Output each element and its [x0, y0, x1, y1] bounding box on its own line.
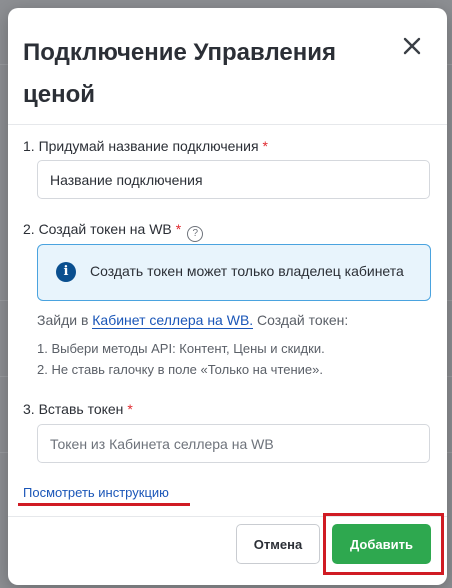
header-divider [8, 124, 447, 125]
info-text: Создать токен может только владелец каби… [90, 263, 404, 279]
help-icon[interactable]: ? [187, 226, 204, 242]
info-box: i Создать токен может только владелец ка… [37, 244, 431, 301]
token-create-label-text: 2. Создай токен на WB [23, 221, 172, 237]
close-icon [403, 37, 421, 55]
name-field-label: 1. Придумай название подключения * [23, 138, 268, 154]
intro-prefix: Зайди в [37, 312, 93, 328]
connection-name-input[interactable] [37, 160, 430, 199]
cancel-button[interactable]: Отмена [236, 524, 320, 564]
instruction-intro: Зайди в Кабинет селлера на WB. Создай то… [37, 312, 349, 329]
instruction-step-1: 1. Выбери методы API: Контент, Цены и ск… [37, 341, 325, 356]
required-mark: * [127, 401, 133, 417]
token-field-label: 3. Вставь токен * [23, 401, 133, 417]
token-label-text: 3. Вставь токен [23, 401, 124, 417]
intro-suffix: Создай токен: [253, 312, 349, 328]
connection-modal: Подключение Управления ценой 1. Придумай… [8, 8, 447, 585]
seller-cabinet-link[interactable]: Кабинет селлера на WB. [92, 312, 254, 329]
instruction-step-2: 2. Не ставь галочку в поле «Только на чт… [37, 362, 323, 377]
required-mark: * [262, 138, 268, 154]
modal-title: Подключение Управления ценой [23, 39, 336, 108]
add-button[interactable]: Добавить [332, 524, 431, 564]
name-label-text: 1. Придумай название подключения [23, 138, 259, 154]
token-input[interactable] [37, 424, 430, 463]
close-button[interactable] [399, 33, 425, 59]
view-instruction-link[interactable]: Посмотреть инструкцию [23, 485, 169, 500]
highlight-underline [18, 503, 190, 506]
info-icon: i [56, 262, 76, 282]
required-mark: * [175, 221, 182, 237]
token-create-label: 2. Создай токен на WB *? [23, 221, 204, 242]
